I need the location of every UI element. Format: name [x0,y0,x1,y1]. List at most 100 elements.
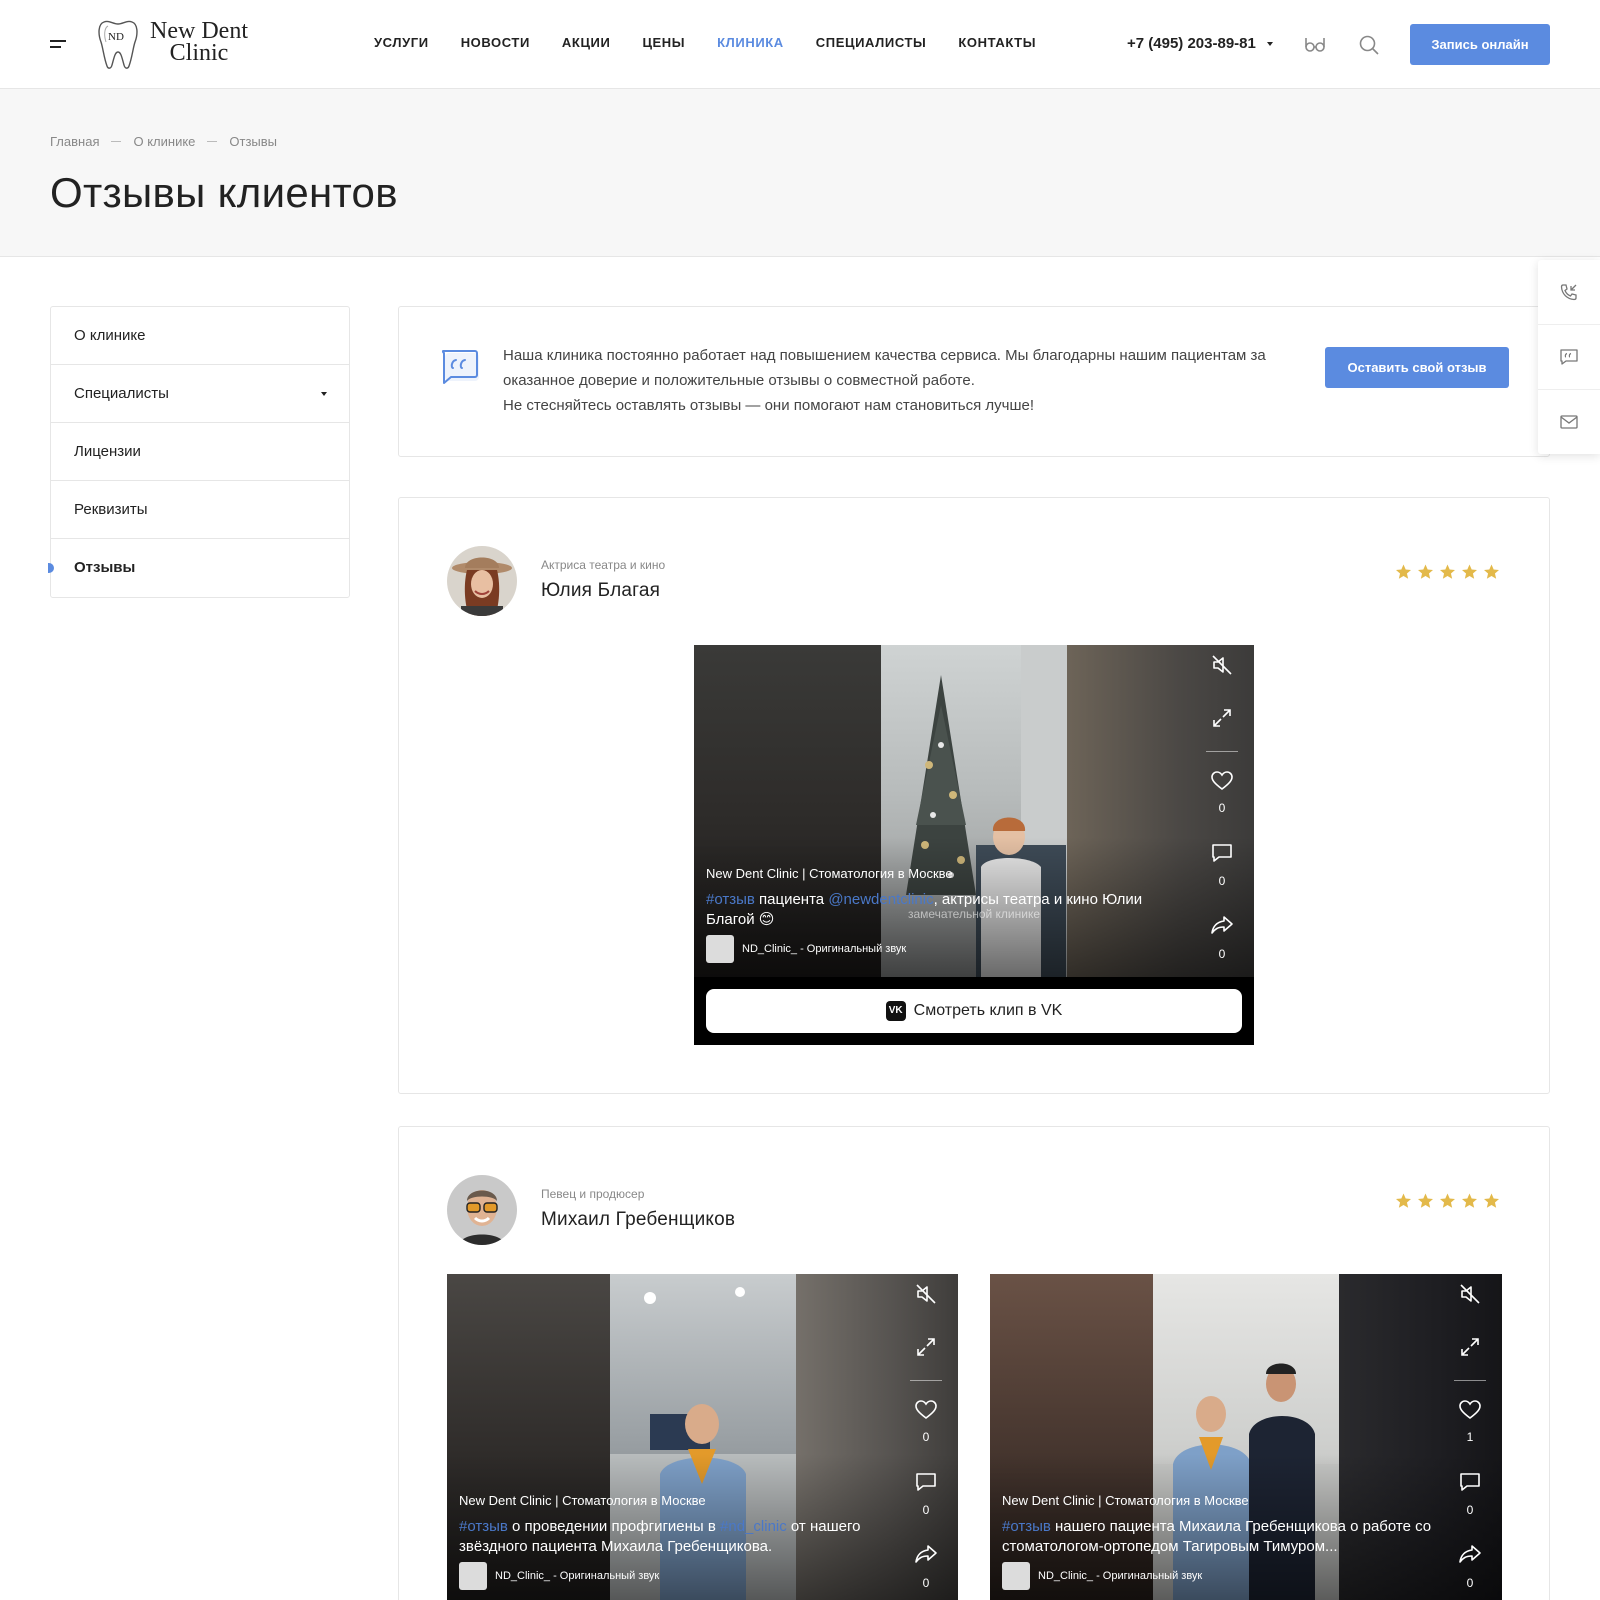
vk-clip-player[interactable]: New Dent Clinic | Стоматология в Москве … [447,1274,958,1600]
like-count: 1 [1466,1430,1474,1444]
site-header: ND New Dent Clinic УСЛУГИ НОВОСТИ АКЦИИ … [0,0,1600,89]
sound-thumbnail [459,1562,487,1590]
book-online-button[interactable]: Запись онлайн [1410,24,1550,65]
like-count: 0 [1218,801,1226,815]
share-icon[interactable] [1210,913,1234,937]
leave-review-button[interactable]: Оставить свой отзыв [1325,347,1509,388]
expand-icon[interactable] [914,1335,938,1359]
reviewer-name: Михаил Гребенщиков [541,1209,736,1230]
comment-icon[interactable] [1458,1470,1482,1494]
star-icon [1484,564,1499,579]
sound-thumbnail [706,935,734,963]
sidebar-item-specialists[interactable]: Специалисты [51,365,349,423]
clip-sound[interactable]: ND_Clinic_ - Оригинальный звук [1002,1562,1202,1590]
search-icon[interactable] [1358,34,1380,56]
nav-clinic[interactable]: КЛИНИКА [717,34,784,52]
mute-icon[interactable] [1458,1282,1482,1306]
logo-text: New Dent Clinic [150,18,248,66]
page-title: Отзывы клиентов [50,169,398,216]
reviewer-role: Певец и продюсер [541,1187,645,1201]
avatar [447,1175,517,1245]
nav-contacts[interactable]: КОНТАКТЫ [958,34,1036,52]
clip-actions: 0 0 0 [894,1274,958,1600]
breadcrumb: Главная О клинике Отзывы [50,134,277,149]
expand-icon[interactable] [1210,706,1234,730]
share-icon[interactable] [1458,1542,1482,1566]
star-icon [1462,1193,1477,1208]
reviewer-role: Актриса театра и кино [541,558,666,572]
sound-thumbnail [1002,1562,1030,1590]
clip-caption: #отзыв пациента @newdentclinic, актрисы … [706,891,1143,928]
star-icon [1462,564,1477,579]
clip-channel-name[interactable]: New Dent Clinic | Стоматология в Москве [706,866,953,881]
nav-prices[interactable]: ЦЕНЫ [642,34,685,52]
rating-stars [1394,1192,1501,1210]
page-title-band: Главная О клинике Отзывы Отзывы клиентов [0,89,1600,257]
clip-caption: #отзыв о проведении профгигиены в #nd_cl… [459,1518,861,1555]
reviews-intro: Наша клиника постоянно работает над повы… [398,306,1550,457]
tooth-icon: ND [98,20,138,69]
breadcrumb-current: Отзывы [229,134,278,149]
comment-count: 0 [1218,874,1226,888]
avatar [447,546,517,616]
mail-button[interactable] [1538,389,1600,453]
nav-specialists[interactable]: СПЕЦИАЛИСТЫ [816,34,927,52]
callback-button[interactable] [1538,260,1600,324]
rating-stars [1394,563,1501,581]
review-card: Певец и продюсер Михаил Гребенщиков New … [398,1126,1550,1600]
sidebar-item-licenses[interactable]: Лицензии [51,423,349,481]
clip-channel-name[interactable]: New Dent Clinic | Стоматология в Москве [459,1493,706,1508]
breadcrumb-home[interactable]: Главная [50,134,99,149]
chevron-down-icon[interactable] [1267,42,1273,46]
vk-clip-player[interactable]: New Dent Clinic | Стоматология в Москве … [990,1274,1502,1600]
clip-channel-name[interactable]: New Dent Clinic | Стоматология в Москве [1002,1493,1249,1508]
vk-logo-icon: VK [885,1001,906,1021]
sidebar-item-about[interactable]: О клинике [51,307,349,365]
intro-text: Наша клиника постоянно работает над повы… [503,347,1266,414]
share-count: 0 [922,1576,930,1590]
menu-icon[interactable] [50,40,68,50]
clip-sound[interactable]: ND_Clinic_ - Оригинальный звук [459,1562,659,1590]
comment-icon[interactable] [914,1470,938,1494]
nav-news[interactable]: НОВОСТИ [461,34,530,52]
logo[interactable]: ND New Dent Clinic [96,18,256,70]
floating-contact-panel [1538,260,1600,454]
share-count: 0 [1218,947,1226,961]
quote-bubble-icon [441,350,479,384]
like-icon[interactable] [914,1398,938,1422]
like-count: 0 [922,1430,930,1444]
share-icon[interactable] [914,1542,938,1566]
chat-button[interactable] [1538,324,1600,388]
clip-actions: 0 0 0 [1190,645,1254,977]
expand-icon[interactable] [1458,1335,1482,1359]
sidebar-menu: О клинике Специалисты Лицензии Реквизиты… [48,306,350,598]
chat-icon [1560,348,1578,365]
mail-icon [1560,414,1578,429]
star-icon [1396,1193,1411,1208]
nav-promos[interactable]: АКЦИИ [562,34,611,52]
clip-actions: 1 0 0 [1438,1274,1502,1600]
share-count: 0 [1466,1576,1474,1590]
chevron-down-icon[interactable] [321,392,327,396]
nav-services[interactable]: УСЛУГИ [374,34,429,52]
like-icon[interactable] [1458,1398,1482,1422]
sidebar-item-reviews[interactable]: Отзывы [48,539,349,597]
callback-icon [1560,284,1577,301]
like-icon[interactable] [1210,769,1234,793]
phone-number[interactable]: +7 (495) 203-89-81 [1127,34,1256,54]
sidebar-item-requisites[interactable]: Реквизиты [51,481,349,539]
reviewer-name: Юлия Благая [541,580,661,601]
review-card: Актриса театра и кино Юлия Благая замеча… [398,497,1550,1094]
mute-icon[interactable] [1210,653,1234,677]
vk-clip-player[interactable]: замечательной клинике New Dent Clinic | … [694,645,1254,1045]
main-nav: УСЛУГИ НОВОСТИ АКЦИИ ЦЕНЫ КЛИНИКА СПЕЦИА… [374,34,1068,52]
comment-icon[interactable] [1210,841,1234,865]
star-icon [1418,564,1433,579]
logo-monogram: ND [108,31,124,43]
clip-sound[interactable]: ND_Clinic_ - Оригинальный звук [706,935,906,963]
watch-in-vk-button[interactable]: VK Смотреть клип в VK [706,989,1242,1033]
star-icon [1396,564,1411,579]
breadcrumb-about[interactable]: О клинике [133,134,195,149]
glasses-icon[interactable] [1304,34,1326,54]
mute-icon[interactable] [914,1282,938,1306]
